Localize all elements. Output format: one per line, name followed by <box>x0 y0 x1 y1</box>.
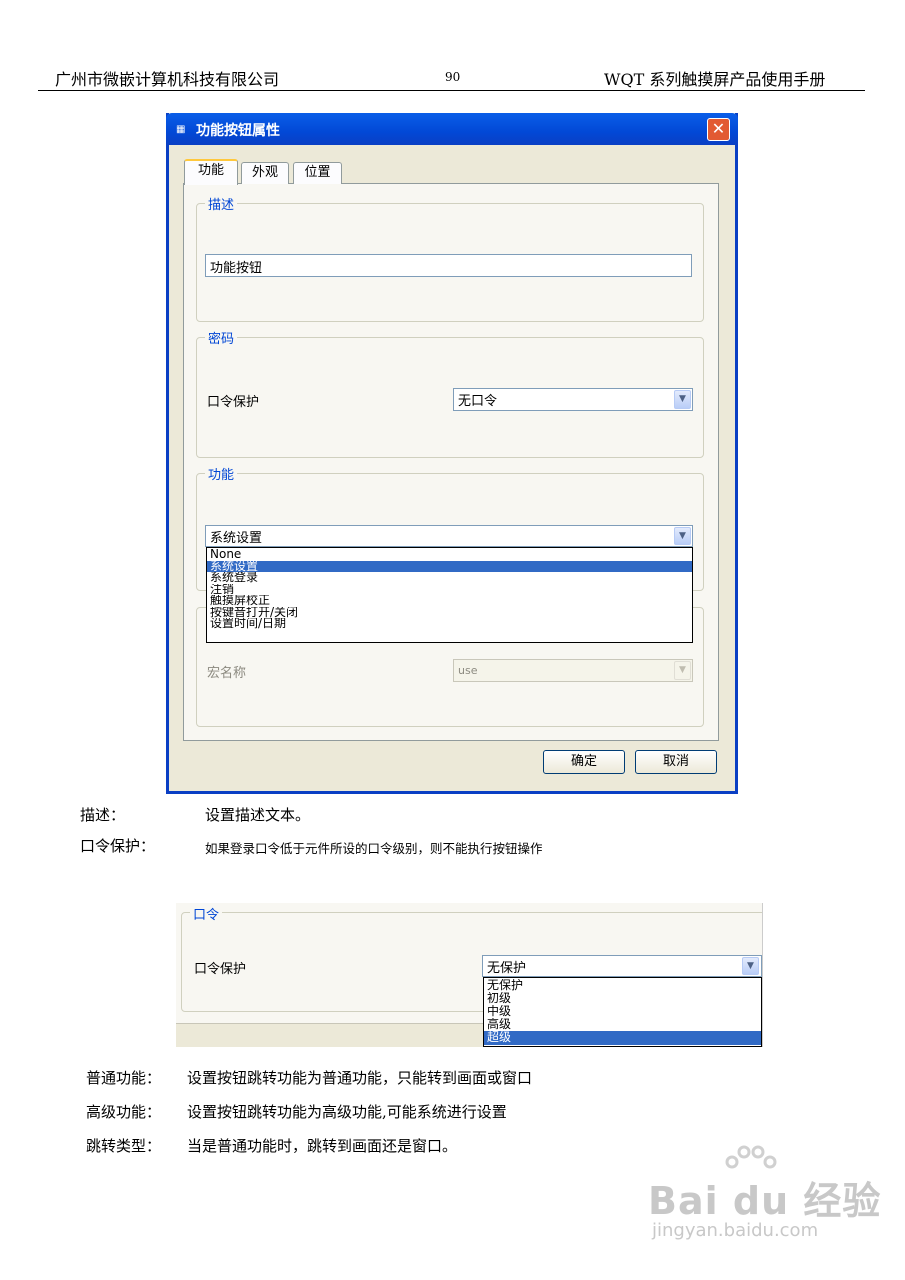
level-option[interactable]: 高级 <box>484 1018 761 1031</box>
function-option[interactable]: 设置时间/日期 <box>207 618 692 630</box>
ok-button[interactable]: 确定 <box>543 750 625 774</box>
password-select-value: 无口令 <box>458 394 498 409</box>
level-option[interactable]: 中级 <box>484 1005 761 1018</box>
close-button[interactable]: ✕ <box>707 118 730 141</box>
function-option[interactable]: 按键音打开/关闭 <box>207 607 692 619</box>
normal-func-text: 设置按钮跳转功能为普通功能，只能转到画面或窗口 <box>187 1069 533 1087</box>
pw-term: 口令保护： <box>80 837 156 855</box>
shot2-password-select[interactable]: 无保护 <box>482 955 762 977</box>
tab-appearance[interactable]: 外观 <box>241 162 289 184</box>
chevron-down-icon[interactable]: ▼ <box>742 957 759 975</box>
function-dropdown: None 系统设置 系统登录 注销 触摸屏校正 按键音打开/关闭 设置时间/日期 <box>206 547 693 643</box>
desc-text: 设置描述文本。 <box>205 806 311 824</box>
jump-type-term: 跳转类型： <box>86 1137 162 1155</box>
function-select[interactable]: 系统设置 <box>205 525 693 547</box>
normal-func-term: 普通功能： <box>86 1069 162 1087</box>
tab-position[interactable]: 位置 <box>293 162 342 184</box>
macro-select-value: use <box>458 664 478 677</box>
jump-type-text: 当是普通功能时，跳转到画面还是窗口。 <box>187 1137 458 1155</box>
password-protect-label: 口令保护 <box>207 395 260 410</box>
watermark-url: jingyan.baidu.com <box>652 1220 819 1241</box>
tab-function[interactable]: 功能 <box>184 159 238 185</box>
advanced-func-term: 高级功能： <box>86 1103 162 1121</box>
header-manual-title: WQT 系列触摸屏产品使用手册 <box>604 70 826 89</box>
shot2-select-value: 无保护 <box>487 961 527 976</box>
macro-name-label: 宏名称 <box>207 666 247 681</box>
shot2-group-label: 口令 <box>190 904 223 923</box>
chevron-down-icon[interactable]: ▼ <box>674 390 691 409</box>
advanced-func-text: 设置按钮跳转功能为高级功能,可能系统进行设置 <box>187 1103 507 1121</box>
password-group-label: 密码 <box>205 328 238 347</box>
header-rule <box>38 90 865 91</box>
chevron-down-icon[interactable]: ▼ <box>674 661 691 680</box>
dialog-title: 功能按钮属性 <box>196 123 280 139</box>
watermark-brand: Bai du 经验 <box>648 1179 882 1223</box>
macro-select[interactable]: use <box>453 659 693 682</box>
function-option-selected[interactable]: 系统设置 <box>207 560 692 572</box>
header-page-number: 90 <box>445 70 461 84</box>
function-group-label: 功能 <box>205 464 238 483</box>
description-group-label: 描述 <box>205 194 238 213</box>
chevron-down-icon[interactable]: ▼ <box>674 527 691 545</box>
function-option[interactable]: 系统登录 <box>207 572 692 584</box>
level-option-selected[interactable]: 超级 <box>484 1031 761 1045</box>
password-screenshot: 口令 口令保护 无保护 ▼ 无保护 初级 中级 高级 超级 <box>176 903 763 1047</box>
desc-term: 描述： <box>80 806 126 824</box>
shot2-dropdown: 无保护 初级 中级 高级 超级 <box>483 977 762 1047</box>
function-option[interactable]: 触摸屏校正 <box>207 595 692 607</box>
level-option[interactable]: 无保护 <box>484 979 761 992</box>
password-select[interactable]: 无口令 <box>453 388 693 411</box>
shot2-field-label: 口令保护 <box>194 962 247 977</box>
header-company: 广州市微嵌计算机科技有限公司 <box>55 70 280 89</box>
app-icon: ▦ <box>176 124 186 135</box>
function-option[interactable]: 注销 <box>207 584 692 596</box>
description-input[interactable]: 功能按钮 <box>205 254 692 277</box>
pw-text: 如果登录口令低于元件所设的口令级别，则不能执行按钮操作 <box>205 841 543 856</box>
function-option[interactable]: None <box>207 549 692 561</box>
function-select-value: 系统设置 <box>210 531 263 546</box>
cancel-button[interactable]: 取消 <box>635 750 717 774</box>
level-option[interactable]: 初级 <box>484 992 761 1005</box>
